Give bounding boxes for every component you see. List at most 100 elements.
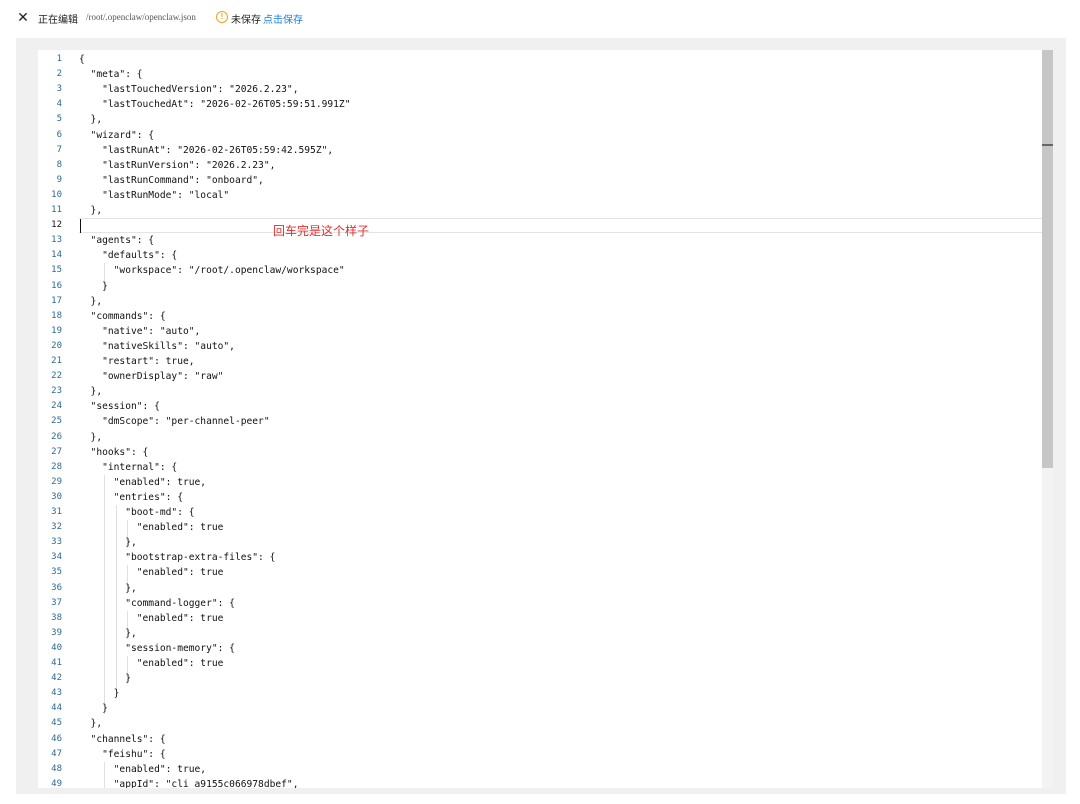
code-line[interactable]: "workspace": "/root/.openclaw/workspace": [79, 263, 345, 278]
line-number: 38: [51, 612, 62, 623]
code-line[interactable]: "enabled": true: [79, 611, 224, 626]
line-number: 30: [51, 491, 62, 502]
code-line[interactable]: "lastRunMode": "local": [79, 188, 229, 203]
line-number: 31: [51, 507, 62, 517]
active-line-highlight: [79, 218, 1053, 234]
line-number: 44: [51, 703, 62, 714]
code-line[interactable]: "lastTouchedAt": "2026-02-26T05:59:51.99…: [79, 97, 350, 112]
line-number: 39: [51, 627, 62, 638]
code-line[interactable]: },: [79, 626, 137, 641]
code-line[interactable]: },: [79, 581, 137, 596]
code-line[interactable]: }: [79, 686, 120, 701]
line-number: 21: [51, 356, 62, 366]
code-line[interactable]: "meta": {: [79, 67, 143, 82]
code-line[interactable]: "session-memory": {: [79, 641, 235, 656]
code-line[interactable]: },: [79, 294, 103, 309]
code-line[interactable]: "enabled": true,: [79, 762, 206, 777]
code-line[interactable]: "agents": {: [79, 233, 155, 248]
code-line[interactable]: },: [79, 203, 103, 218]
line-number: 47: [51, 748, 62, 759]
editor-header: ✕ 正在编辑 /root/.openclaw/openclaw.json ! 未…: [0, 0, 1080, 36]
warning-circle-icon: !: [216, 11, 228, 23]
code-line[interactable]: },: [79, 112, 103, 127]
code-line[interactable]: },: [79, 384, 103, 399]
code-line[interactable]: "lastRunVersion": "2026.2.23",: [79, 158, 275, 173]
code-line[interactable]: "boot-md": {: [79, 505, 194, 520]
close-icon[interactable]: ✕: [16, 10, 30, 24]
code-line[interactable]: "channels": {: [79, 732, 166, 747]
code-line[interactable]: "bootstrap-extra-files": {: [79, 550, 275, 565]
line-number: 42: [51, 673, 62, 684]
code-line[interactable]: "native": "auto",: [79, 324, 200, 339]
code-line[interactable]: {: [79, 52, 85, 67]
line-number: 32: [51, 522, 62, 533]
line-number: 35: [51, 567, 62, 578]
editing-status-label: 正在编辑: [38, 15, 78, 26]
line-number: 8: [56, 159, 62, 170]
code-line[interactable]: "enabled": true,: [79, 475, 206, 490]
line-number: 17: [51, 295, 62, 306]
code-line[interactable]: "ownerDisplay": "raw": [79, 369, 223, 384]
code-line[interactable]: "session": {: [79, 399, 160, 414]
vertical-scrollbar[interactable]: [1042, 50, 1053, 788]
line-number: 49: [51, 778, 62, 788]
unsaved-status-label: 未保存: [231, 15, 261, 26]
code-line[interactable]: "lastRunAt": "2026-02-26T05:59:42.595Z",: [79, 143, 333, 158]
line-number: 16: [51, 280, 62, 291]
code-line[interactable]: },: [79, 716, 103, 731]
code-line[interactable]: "lastRunCommand": "onboard",: [79, 173, 264, 188]
line-number: 6: [56, 129, 62, 140]
code-line[interactable]: "defaults": {: [79, 248, 177, 263]
line-number: 28: [51, 461, 62, 472]
line-number: 23: [51, 386, 62, 397]
line-number: 29: [51, 476, 62, 487]
line-number: 20: [51, 340, 62, 351]
line-number: 24: [51, 401, 62, 412]
code-line[interactable]: "commands": {: [79, 309, 166, 324]
line-number: 46: [51, 733, 62, 744]
code-line[interactable]: },: [79, 535, 137, 550]
line-number-gutter: 1 2 3 4 5 6 7 8 9 10 11 12 13 14 15 16 17 18 19 20 21 22 23 24 2…: [38, 50, 78, 788]
code-line[interactable]: "hooks": {: [79, 445, 149, 460]
line-number: 14: [51, 250, 62, 261]
code-line[interactable]: }: [79, 701, 108, 716]
code-line[interactable]: "enabled": true: [79, 565, 224, 580]
line-number: 34: [51, 552, 62, 563]
line-number: 40: [51, 642, 62, 653]
red-annotation-note: 回车完是这个样子: [273, 224, 370, 238]
line-number: 11: [51, 205, 62, 215]
code-line[interactable]: "command-logger": {: [79, 596, 235, 611]
line-number: 9: [56, 174, 62, 185]
line-number: 1: [56, 54, 62, 64]
scrollbar-cursor-marker: [1042, 144, 1053, 146]
line-number: 43: [51, 688, 62, 699]
line-number: 26: [51, 431, 62, 442]
line-number: 12: [51, 220, 62, 231]
code-line[interactable]: "appId": "cli_a9155c066978dbef",: [79, 777, 299, 788]
line-number: 5: [56, 114, 62, 125]
code-line[interactable]: }: [79, 279, 108, 294]
code-line[interactable]: "restart": true,: [79, 354, 194, 369]
code-text-area[interactable]: { "meta": { "lastTouchedVersion": "2026.…: [79, 50, 1053, 788]
line-number: 22: [51, 371, 62, 382]
code-line[interactable]: "wizard": {: [79, 128, 155, 143]
code-line[interactable]: },: [79, 430, 103, 445]
code-editor[interactable]: 1 2 3 4 5 6 7 8 9 10 11 12 13 14 15 16 17 18 19 20 21 22 23 24 2…: [38, 50, 1053, 788]
line-number: 3: [56, 84, 62, 95]
line-number: 25: [51, 416, 62, 427]
line-number: 36: [51, 582, 62, 593]
code-line[interactable]: "enabled": true: [79, 520, 224, 535]
line-number: 10: [51, 189, 62, 200]
code-line[interactable]: "dmScope": "per-channel-peer": [79, 414, 270, 429]
code-line[interactable]: "enabled": true: [79, 656, 224, 671]
code-line[interactable]: "lastTouchedVersion": "2026.2.23",: [79, 82, 298, 97]
code-line[interactable]: }: [79, 671, 131, 686]
scrollbar-thumb[interactable]: [1042, 50, 1053, 468]
save-link[interactable]: 点击保存: [263, 11, 303, 26]
code-line[interactable]: "internal": {: [79, 460, 177, 475]
code-line[interactable]: "feishu": {: [79, 747, 166, 762]
code-line[interactable]: "entries": {: [79, 490, 183, 505]
line-number: 37: [51, 597, 62, 608]
line-number: 19: [51, 325, 62, 336]
code-line[interactable]: "nativeSkills": "auto",: [79, 339, 235, 354]
